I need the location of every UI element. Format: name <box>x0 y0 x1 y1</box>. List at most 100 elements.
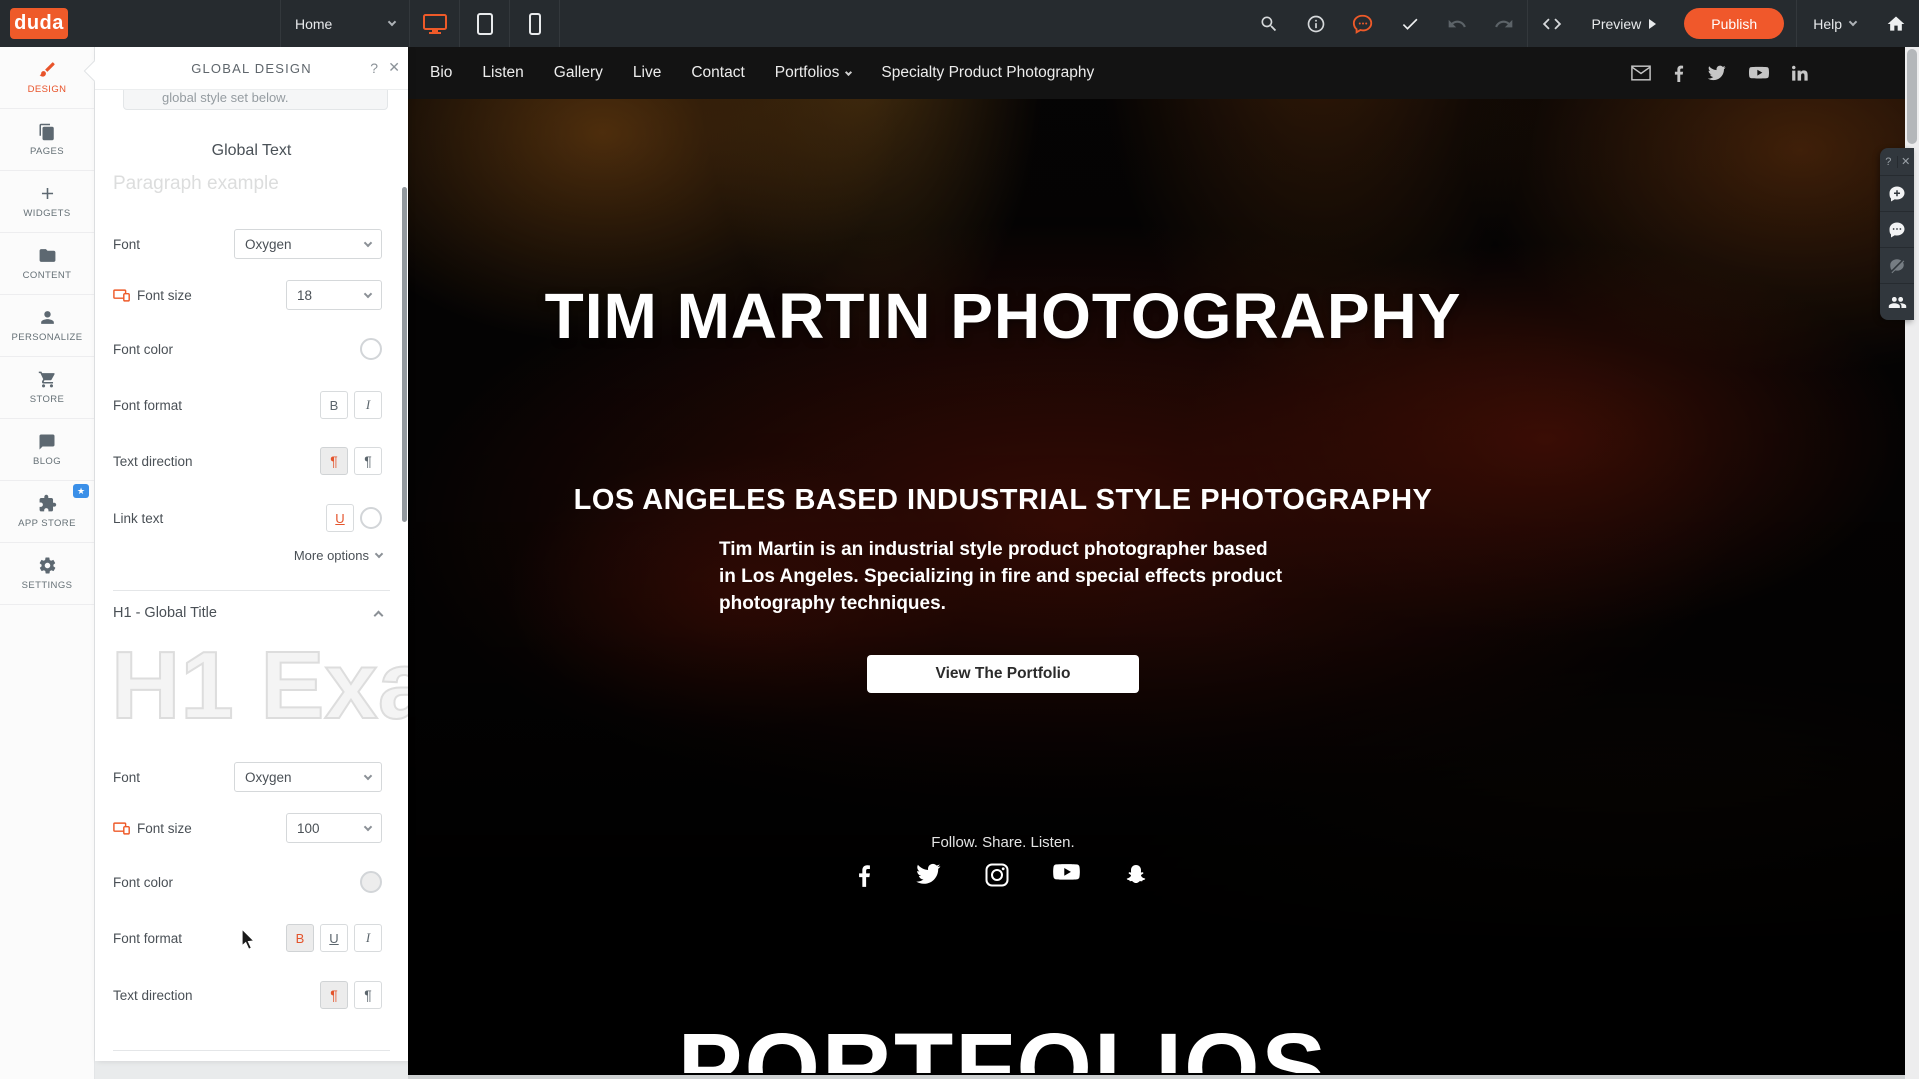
h1-font-size-label: Font size <box>113 821 192 836</box>
comments-button[interactable] <box>1339 0 1386 47</box>
font-select[interactable]: Oxygen <box>234 229 382 259</box>
hero-content: TIM MARTIN PHOTOGRAPHY LOS ANGELES BASED… <box>408 99 1598 950</box>
tablet-view-button[interactable] <box>460 0 510 47</box>
plus-icon <box>38 184 57 203</box>
italic-button[interactable]: I <box>354 391 382 419</box>
view-portfolio-button[interactable]: View The Portfolio <box>867 655 1139 693</box>
link-underline-button[interactable]: U <box>326 504 354 532</box>
email-icon[interactable] <box>1631 65 1651 81</box>
nav-item-gallery[interactable]: Gallery <box>554 64 603 82</box>
sidebar-item-app-store[interactable]: ★ APP STORE <box>0 481 94 543</box>
italic-glyph: I <box>366 397 370 413</box>
panel-scrollbar[interactable] <box>402 187 407 522</box>
h1-italic-button[interactable]: I <box>354 924 382 952</box>
sidebar-item-design[interactable]: DESIGN <box>0 47 94 109</box>
h1-bold-button[interactable]: B <box>286 924 314 952</box>
h1-text-direction-row: Text direction ¶ ¶ <box>113 980 382 1010</box>
panel-help-button[interactable]: ? <box>370 60 378 76</box>
add-comment-button[interactable] <box>1880 176 1914 212</box>
underline-glyph: U <box>335 511 344 526</box>
speech-bubble-icon <box>38 433 56 451</box>
h1-font-size-select[interactable]: 100 <box>286 813 382 843</box>
desktop-view-button[interactable] <box>410 0 460 47</box>
chevron-down-icon <box>1849 18 1857 26</box>
text-direction-row: Text direction ¶ ¶ <box>113 446 382 476</box>
sidebar-item-pages[interactable]: PAGES <box>0 109 94 171</box>
h1-font-color-swatch[interactable] <box>360 871 382 893</box>
chevron-down-icon <box>845 68 852 75</box>
facebook-icon[interactable] <box>1674 64 1684 82</box>
h1-global-title-header[interactable]: H1 - Global Title <box>113 605 382 621</box>
linkedin-icon[interactable] <box>1792 65 1809 82</box>
sidebar-item-widgets[interactable]: WIDGETS <box>0 171 94 233</box>
page-selector-dropdown[interactable]: Home <box>280 0 410 47</box>
mobile-view-button[interactable] <box>510 0 560 47</box>
sidebar-item-content[interactable]: CONTENT <box>0 233 94 295</box>
nav-item-portfolios[interactable]: Portfolios <box>775 64 852 82</box>
duda-logo[interactable]: duda <box>10 8 68 39</box>
site-navbar: Bio Listen Gallery Live Contact Portfoli… <box>408 47 1905 99</box>
italic-glyph: I <box>366 930 370 946</box>
snapchat-icon[interactable] <box>1124 863 1148 887</box>
h1-font-format-row: Font format B U I <box>113 923 382 953</box>
notice-text: global style set below. <box>162 90 288 105</box>
publish-button[interactable]: Publish <box>1684 8 1784 39</box>
hero-social-links <box>408 863 1598 887</box>
youtube-icon[interactable] <box>1053 863 1080 883</box>
help-dropdown[interactable]: Help <box>1797 0 1872 47</box>
info-button[interactable] <box>1292 0 1339 47</box>
preview-button[interactable]: Preview <box>1575 0 1672 47</box>
header-social-links <box>1631 47 1809 99</box>
h1-text-direction-buttons: ¶ ¶ <box>320 981 382 1009</box>
toolbar-help-button[interactable]: ? <box>1880 156 1898 168</box>
youtube-icon[interactable] <box>1749 66 1769 81</box>
nav-item-specialty[interactable]: Specialty Product Photography <box>881 64 1094 82</box>
dashboard-home-button[interactable] <box>1872 0 1919 47</box>
sidebar-item-store[interactable]: STORE <box>0 357 94 419</box>
portfolios-section: PORTFOLIOS <box>408 950 1905 1073</box>
font-format-label: Font format <box>113 398 182 413</box>
search-button[interactable] <box>1245 0 1292 47</box>
people-icon <box>1888 293 1907 312</box>
undo-button[interactable] <box>1433 0 1480 47</box>
rtl-direction-button[interactable]: ¶ <box>354 447 382 475</box>
bold-button[interactable]: B <box>320 391 348 419</box>
link-color-swatch[interactable] <box>360 507 382 529</box>
facebook-icon[interactable] <box>858 863 871 887</box>
close-icon[interactable]: ✕ <box>388 59 400 76</box>
toolbar-close-button[interactable]: ✕ <box>1898 155 1915 168</box>
nav-item-portfolios-label: Portfolios <box>775 64 840 82</box>
sidebar-item-blog[interactable]: BLOG <box>0 419 94 481</box>
font-color-swatch[interactable] <box>360 338 382 360</box>
show-comments-button[interactable] <box>1880 212 1914 248</box>
h1-font-select[interactable]: Oxygen <box>234 762 382 792</box>
check-icon <box>1400 14 1420 34</box>
twitter-icon[interactable] <box>1707 65 1726 81</box>
sidebar-item-settings[interactable]: SETTINGS <box>0 543 94 605</box>
approve-button[interactable] <box>1386 0 1433 47</box>
h1-rtl-direction-button[interactable]: ¶ <box>354 981 382 1009</box>
pilcrow-rtl-icon: ¶ <box>364 453 372 469</box>
nav-item-bio[interactable]: Bio <box>430 64 452 82</box>
collaborators-button[interactable] <box>1880 284 1914 320</box>
h1-ltr-direction-button[interactable]: ¶ <box>320 981 348 1009</box>
developer-mode-button[interactable] <box>1528 0 1575 47</box>
nav-item-listen[interactable]: Listen <box>482 64 523 82</box>
redo-button[interactable] <box>1480 0 1527 47</box>
more-options-button[interactable]: More options <box>294 548 382 563</box>
h1-font-color-row: Font color <box>113 867 382 897</box>
nav-item-contact[interactable]: Contact <box>691 64 744 82</box>
ltr-direction-button[interactable]: ¶ <box>320 447 348 475</box>
nav-item-live[interactable]: Live <box>633 64 661 82</box>
instagram-icon[interactable] <box>985 863 1009 887</box>
hide-comments-button[interactable] <box>1880 248 1914 284</box>
h1-font-value: Oxygen <box>245 770 292 785</box>
h1-underline-button[interactable]: U <box>320 924 348 952</box>
h1-font-row: Font Oxygen <box>113 762 382 792</box>
font-size-select[interactable]: 18 <box>286 280 382 310</box>
twitter-icon[interactable] <box>915 863 941 885</box>
sidebar-item-personalize[interactable]: PERSONALIZE <box>0 295 94 357</box>
page-selector-label: Home <box>295 16 332 32</box>
h1-font-size-label-text: Font size <box>137 821 192 836</box>
scrollbar-thumb[interactable] <box>1907 49 1917 144</box>
